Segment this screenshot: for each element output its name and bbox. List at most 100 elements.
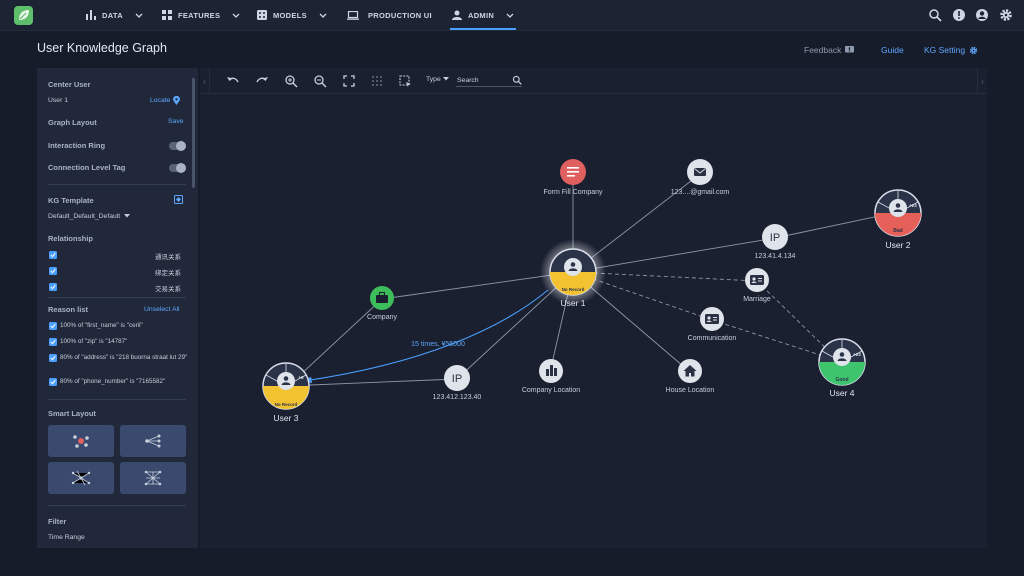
- node-ip-1[interactable]: IP 123.41.4.134: [755, 224, 796, 260]
- chevron-down-icon: [232, 13, 240, 18]
- user-node-3[interactable]: No Record +6 User 3: [262, 362, 310, 423]
- divider: [48, 505, 186, 506]
- template-select[interactable]: Default_Default_Default: [48, 213, 131, 220]
- locate-button[interactable]: Locate: [150, 96, 181, 105]
- nav-admin-label: ADMIN: [468, 10, 495, 20]
- node-label: 123.412.123.40: [433, 394, 482, 401]
- nav-models[interactable]: MODELS: [257, 0, 327, 30]
- unselect-all-button[interactable]: Unselect All: [144, 306, 180, 313]
- chevron-down-icon: [135, 13, 143, 18]
- edge-transaction[interactable]: [303, 289, 549, 384]
- relation-transaction-label: 交易关系: [155, 286, 181, 293]
- reason-item: 100% of "first_name" is "ceril": [60, 322, 143, 329]
- nav-data[interactable]: DATA: [86, 0, 143, 30]
- divider: [48, 184, 186, 185]
- reason-checkbox[interactable]: [49, 322, 57, 330]
- user-label: User 4: [829, 388, 854, 398]
- interaction-ring-toggle[interactable]: [169, 141, 186, 151]
- filter-heading: Filter: [48, 517, 67, 526]
- template-edit-icon[interactable]: [174, 195, 183, 204]
- save-layout-button[interactable]: Save: [168, 118, 184, 125]
- relation-binding-label: 绑定关系: [155, 270, 181, 277]
- connection-level-tag-toggle[interactable]: [169, 163, 186, 173]
- status-text: Bad: [893, 228, 902, 234]
- node-marriage[interactable]: Marriage: [743, 268, 771, 303]
- dice-icon: [257, 10, 267, 20]
- nav-data-label: DATA: [102, 10, 123, 20]
- kg-setting-button[interactable]: KG Setting: [924, 45, 978, 55]
- top-navigation-bar: DATA FEATURES MODELS PRODUCTION UI ADMIN: [0, 0, 1024, 31]
- connection-count: +6: [298, 375, 304, 380]
- nav-features[interactable]: FEATURES: [162, 0, 240, 30]
- node-house-location[interactable]: House Location: [666, 359, 715, 394]
- bar-chart-icon: [86, 10, 96, 20]
- id-card-icon: [705, 314, 719, 324]
- app-logo[interactable]: [14, 6, 33, 25]
- nav-models-label: MODELS: [273, 10, 307, 20]
- node-label: House Location: [666, 387, 715, 394]
- nav-production-ui-label: PRODUCTION UI: [368, 10, 432, 20]
- knowledge-graph[interactable]: 15 times, ¥56000 Form Fill Company 123..…: [200, 68, 987, 548]
- node-email[interactable]: 123....@gmail.com: [671, 159, 730, 196]
- guide-link[interactable]: Guide: [881, 45, 904, 55]
- nav-admin[interactable]: ADMIN: [449, 0, 517, 30]
- time-range-label: Time Range: [48, 534, 85, 541]
- interaction-ring-label: Interaction Ring: [48, 141, 106, 150]
- location-pin-icon: [173, 96, 181, 105]
- node-label: Marriage: [743, 296, 771, 303]
- check-icon: [50, 355, 56, 361]
- node-company-location[interactable]: Company Location: [522, 359, 580, 394]
- feedback-button[interactable]: Feedback: [804, 45, 855, 55]
- center-user-value: User 1: [48, 97, 69, 104]
- node-company[interactable]: Company: [367, 286, 397, 321]
- node-label: 123.41.4.134: [755, 253, 796, 260]
- user-node-4[interactable]: Good +23 User 4: [818, 338, 866, 398]
- user-node-1[interactable]: No Record User 1: [540, 239, 606, 308]
- laptop-icon: [347, 10, 359, 20]
- reason-list-heading: Reason list: [48, 305, 89, 314]
- alert-icon[interactable]: [952, 8, 966, 22]
- layout-grid-button[interactable]: [120, 462, 186, 494]
- reason-checkbox[interactable]: [49, 378, 57, 386]
- reason-item: 100% of "zip" is "14787": [60, 338, 128, 345]
- node-label: Company: [367, 314, 397, 321]
- relation-checkbox-binding[interactable]: [49, 267, 57, 275]
- reason-checkbox[interactable]: [49, 354, 57, 362]
- layout-force-button[interactable]: [48, 425, 114, 457]
- reason-checkbox[interactable]: [49, 338, 57, 346]
- panel-scrollbar[interactable]: [192, 78, 195, 188]
- features-grid-icon: [162, 10, 172, 20]
- ip-icon: IP: [770, 232, 780, 244]
- template-value: Default_Default_Default: [48, 213, 121, 220]
- smart-layout-heading: Smart Layout: [48, 409, 96, 418]
- status-text: No Record: [562, 287, 585, 292]
- grid-layout-icon: [144, 470, 162, 486]
- user-label: User 2: [885, 240, 910, 250]
- graph-canvas[interactable]: ‹ › Type Search 15 times, ¥56000 Form Fi…: [200, 68, 987, 548]
- nav-production-ui[interactable]: PRODUCTION UI: [347, 0, 432, 30]
- check-icon: [50, 284, 56, 290]
- user-node-2[interactable]: Bad +23 User 2: [874, 189, 922, 250]
- node-label: 123....@gmail.com: [671, 189, 730, 196]
- relation-checkbox-communication[interactable]: [49, 251, 57, 259]
- divider: [48, 297, 186, 298]
- layout-tree-button[interactable]: [120, 425, 186, 457]
- layout-network-button[interactable]: [48, 462, 114, 494]
- tree-layout-icon: [145, 434, 161, 448]
- center-user-heading: Center User: [48, 80, 91, 89]
- caret-down-icon: [124, 214, 131, 218]
- search-icon[interactable]: [928, 8, 942, 22]
- settings-icon[interactable]: [999, 8, 1013, 22]
- relation-checkbox-transaction[interactable]: [49, 283, 57, 291]
- node-ip-2[interactable]: IP 123.412.123.40: [433, 365, 482, 401]
- graph-layout-heading: Graph Layout: [48, 118, 97, 127]
- node-communication[interactable]: Communication: [688, 307, 737, 342]
- left-control-panel: Center User User 1 Locate Graph Layout S…: [37, 68, 198, 548]
- node-form-fill-company[interactable]: Form Fill Company: [543, 159, 603, 196]
- guide-label: Guide: [881, 45, 904, 55]
- connection-level-tag-label: Connection Level Tag: [48, 163, 126, 172]
- transaction-edge-label: 15 times, ¥56000: [411, 341, 465, 348]
- node-label: Company Location: [522, 387, 580, 394]
- account-icon[interactable]: [975, 8, 989, 22]
- check-icon: [50, 339, 56, 345]
